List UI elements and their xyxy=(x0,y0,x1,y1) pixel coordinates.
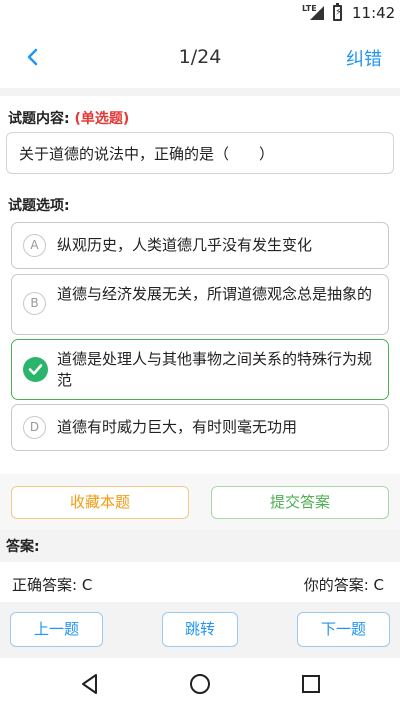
option-letter-a: A xyxy=(23,234,46,257)
jump-button[interactable]: 跳转 xyxy=(162,612,238,647)
system-navigation-bar xyxy=(0,658,400,711)
option-letter-d: D xyxy=(23,416,46,439)
report-error-button[interactable]: 纠错 xyxy=(346,45,382,71)
square-recent-icon[interactable] xyxy=(299,672,323,696)
signal-icon xyxy=(310,6,324,20)
favorite-button[interactable]: 收藏本题 xyxy=(11,486,189,519)
action-row: 收藏本题 提交答案 xyxy=(0,474,400,530)
circle-home-icon[interactable] xyxy=(188,672,212,696)
option-d[interactable]: D 道德有时威力巨大，有时则毫无功用 xyxy=(11,404,389,451)
option-c[interactable]: 道德是处理人与其他事物之间关系的特殊行为规范 xyxy=(11,339,389,400)
question-type-label: (单选题) xyxy=(74,111,130,127)
previous-question-button[interactable]: 上一题 xyxy=(10,612,103,647)
option-letter-b: B xyxy=(23,292,46,315)
app-header: 1/24 纠错 xyxy=(0,26,400,88)
question-section: 试题内容: (单选题) 关于道德的说法中，正确的是（ ） 试题选项: A 纵观历… xyxy=(0,96,400,474)
option-a[interactable]: A 纵观历史，人类道德几乎没有发生变化 xyxy=(11,222,389,269)
battery-icon: ⚡ xyxy=(333,3,342,21)
submit-answer-button[interactable]: 提交答案 xyxy=(211,486,389,519)
option-text-c: 道德是处理人与其他事物之间关系的特殊行为规范 xyxy=(57,350,373,389)
option-text-a: 纵观历史，人类道德几乎没有发生变化 xyxy=(57,236,313,254)
answer-title: 答案: xyxy=(6,539,40,555)
answer-row: 正确答案: C 你的答案: C xyxy=(0,562,400,602)
option-b[interactable]: B 道德与经济发展无关，所谓道德观念总是抽象的 xyxy=(11,274,389,335)
clock: 11:42 xyxy=(352,4,396,22)
options-label: 试题选项: xyxy=(8,198,70,214)
question-progress: 1/24 xyxy=(178,46,222,68)
option-text-d: 道德有时威力巨大，有时则毫无功用 xyxy=(57,418,298,436)
question-text: 关于道德的说法中，正确的是（ ） xyxy=(6,132,394,174)
content-label: 试题内容: xyxy=(8,111,70,127)
triangle-back-icon[interactable] xyxy=(78,672,102,696)
check-circle-icon xyxy=(23,357,48,382)
question-content-label: 试题内容: (单选题) xyxy=(8,108,129,128)
next-question-button[interactable]: 下一题 xyxy=(297,612,390,647)
question-navigation: 上一题 跳转 下一题 xyxy=(0,602,400,658)
option-text-b: 道德与经济发展无关，所谓道德观念总是抽象的 xyxy=(57,285,373,303)
status-bar: LTE ⚡ 11:42 xyxy=(0,0,400,26)
your-answer: 你的答案: C xyxy=(303,576,384,594)
correct-answer: 正确答案: C xyxy=(12,576,93,594)
